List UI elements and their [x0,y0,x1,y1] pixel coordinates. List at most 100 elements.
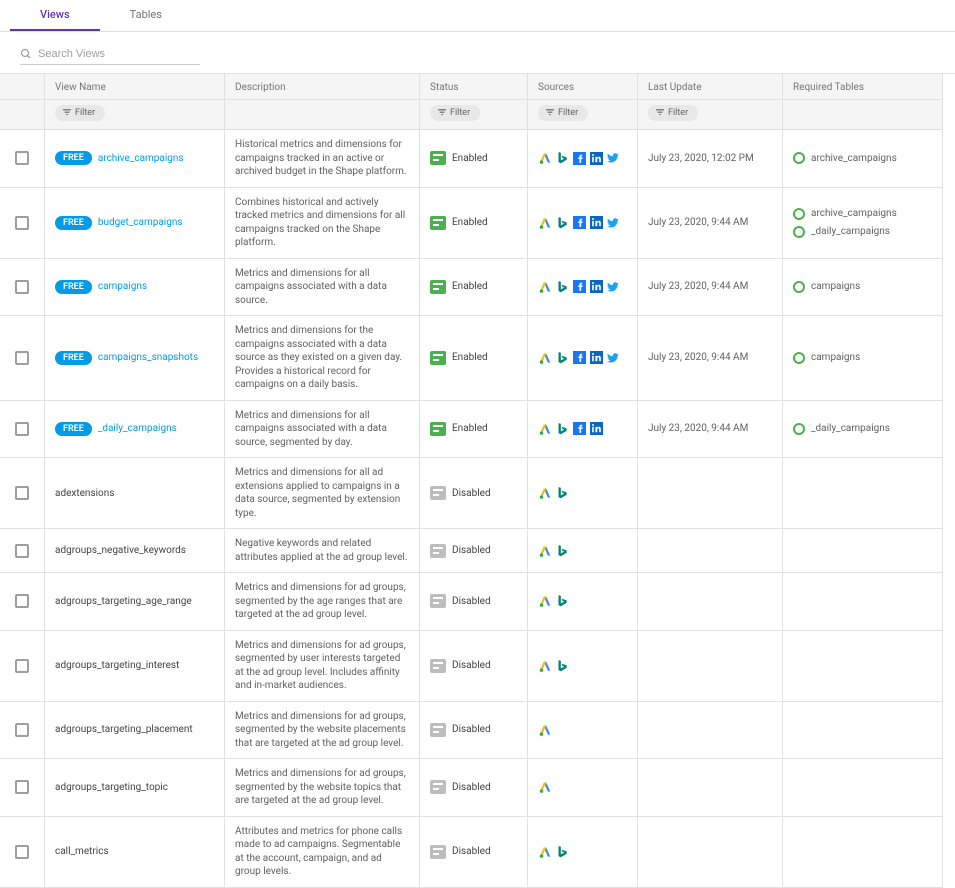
col-lastupdate[interactable]: Last Update [638,74,783,100]
bing-icon [555,351,569,365]
free-badge: FREE [55,280,92,294]
row-checkbox[interactable] [15,151,29,165]
row-required: archive_campaigns [783,130,943,188]
row-checkbox[interactable] [15,486,29,500]
status-label: Enabled [452,153,488,164]
row-checkbox-cell [0,759,45,817]
facebook-icon [572,280,586,294]
col-status[interactable]: Status [420,74,528,100]
col-requiredtables[interactable]: Required Tables [783,74,943,100]
tab-views[interactable]: Views [10,0,100,31]
bing-icon [555,280,569,294]
row-checkbox[interactable] [15,594,29,608]
view-name-link[interactable]: budget_campaigns [98,217,183,228]
view-name-link[interactable]: archive_campaigns [98,153,184,164]
row-checkbox[interactable] [15,845,29,859]
row-name-cell: adgroups_negative_keywords [45,529,225,573]
status-label: Enabled [452,281,488,292]
col-description[interactable]: Description [225,74,420,100]
adwords-icon [538,723,552,737]
row-lastupdate [638,631,783,702]
row-lastupdate [638,759,783,817]
bing-icon [555,151,569,165]
row-checkbox[interactable] [15,723,29,737]
view-name-link: adgroups_targeting_interest [55,660,179,671]
twitter-icon [606,280,620,294]
status-icon [430,544,446,558]
row-checkbox-cell [0,130,45,188]
adwords-icon [538,659,552,673]
row-sources [528,631,638,702]
row-lastupdate [638,529,783,573]
view-name-link: adextensions [55,488,114,499]
status-circle-icon [793,152,805,164]
row-lastupdate: July 23, 2020, 9:44 AM [638,401,783,459]
row-required [783,702,943,760]
row-sources [528,316,638,401]
adwords-icon [538,486,552,500]
row-status: Enabled [420,130,528,188]
adwords-icon [538,280,552,294]
status-icon [430,351,446,365]
row-description: Metrics and dimensions for all ad extens… [225,458,420,529]
row-checkbox[interactable] [15,422,29,436]
row-checkbox[interactable] [15,659,29,673]
row-required: archive_campaigns_daily_campaigns [783,188,943,259]
row-checkbox[interactable] [15,780,29,794]
linkedin-icon [589,422,603,436]
filter-icon [656,109,664,117]
filter-status[interactable]: Filter [430,105,480,121]
view-name-link[interactable]: campaigns [98,281,147,292]
search-icon [20,48,32,60]
status-label: Disabled [452,724,491,735]
adwords-icon [538,780,552,794]
col-viewname[interactable]: View Name [45,74,225,100]
row-lastupdate [638,458,783,529]
bing-icon [555,845,569,859]
tab-tables[interactable]: Tables [100,0,192,31]
status-circle-icon [793,423,805,435]
row-checkbox[interactable] [15,280,29,294]
row-checkbox-cell [0,631,45,702]
status-icon [430,845,446,859]
row-checkbox-cell [0,259,45,317]
row-status: Disabled [420,458,528,529]
search-box [20,44,200,65]
facebook-icon [572,351,586,365]
row-name-cell: FREEbudget_campaigns [45,188,225,259]
free-badge: FREE [55,351,92,365]
status-circle-icon [793,208,805,220]
view-name-link[interactable]: _daily_campaigns [98,423,177,434]
row-checkbox-cell [0,702,45,760]
row-checkbox[interactable] [15,216,29,230]
row-name-cell: call_metrics [45,817,225,888]
view-name-link[interactable]: campaigns_snapshots [98,352,198,363]
row-sources [528,759,638,817]
row-status: Disabled [420,702,528,760]
filter-lastupdate[interactable]: Filter [648,105,698,121]
facebook-icon [572,151,586,165]
view-name-link: adgroups_targeting_topic [55,782,168,793]
filter-viewname[interactable]: Filter [55,105,105,121]
twitter-icon [606,151,620,165]
row-checkbox[interactable] [15,351,29,365]
row-name-cell: FREE_daily_campaigns [45,401,225,459]
col-sources[interactable]: Sources [528,74,638,100]
row-required [783,817,943,888]
row-lastupdate: July 23, 2020, 9:44 AM [638,188,783,259]
bing-icon [555,659,569,673]
twitter-icon [606,216,620,230]
status-circle-icon [793,226,805,238]
search-input[interactable] [20,44,200,64]
row-checkbox[interactable] [15,544,29,558]
row-name-cell: FREE campaigns [45,259,225,317]
filter-icon [546,109,554,117]
bing-icon [555,486,569,500]
row-status: Enabled [420,401,528,459]
adwords-icon [538,351,552,365]
status-label: Disabled [452,596,491,607]
bing-icon [555,544,569,558]
bing-icon [555,216,569,230]
required-table-item: archive_campaigns [793,208,897,220]
filter-sources[interactable]: Filter [538,105,588,121]
